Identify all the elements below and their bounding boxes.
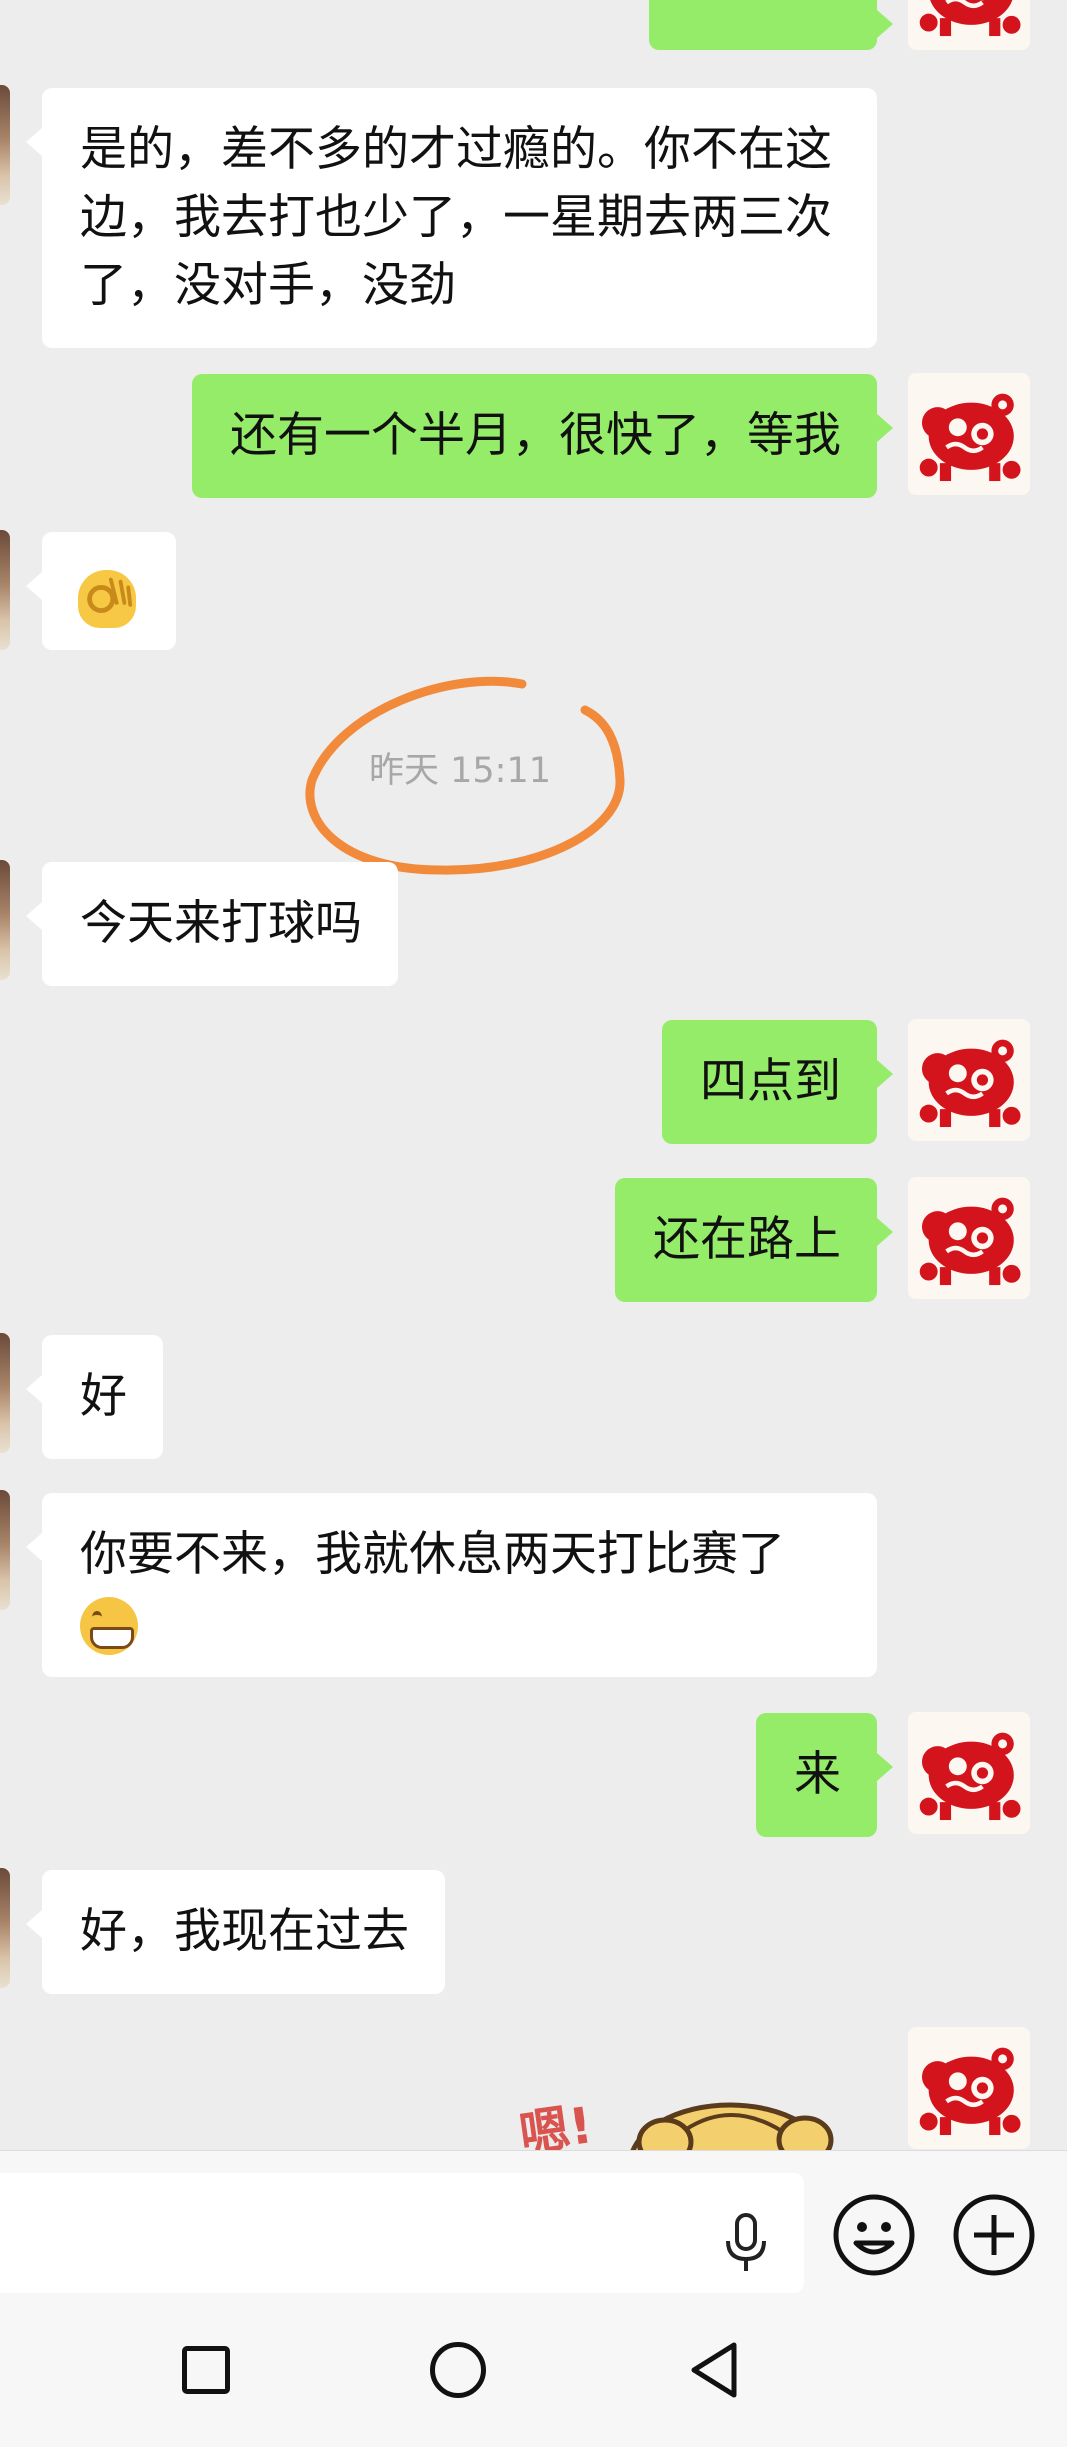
my-avatar[interactable] <box>908 373 1030 495</box>
cartoon-sticker[interactable]: 嗯! <box>515 2070 845 2150</box>
contact-avatar[interactable] <box>0 860 10 980</box>
triangle-back-icon[interactable] <box>686 2340 742 2400</box>
my-avatar[interactable] <box>908 1712 1030 1834</box>
message-bubble-in[interactable]: 今天来打球吗 <box>26 862 398 986</box>
plus-icon[interactable] <box>952 2193 1036 2277</box>
system-nav-bar <box>0 2298 1067 2447</box>
circle-icon[interactable] <box>430 2342 486 2398</box>
papercut-pig-icon <box>913 1024 1025 1136</box>
papercut-pig-icon <box>913 0 1025 45</box>
my-avatar[interactable] <box>908 1177 1030 1299</box>
message-text: 你要不来，我就休息两天打比赛了 <box>80 1527 785 1582</box>
microphone-icon[interactable] <box>722 2213 770 2273</box>
message-bubble-out[interactable]: 还在路上 <box>615 1178 893 1302</box>
chat-area[interactable]: 是的，差不多的才过瘾的。你不在这边，我去打也少了，一星期去两三次了，没对手，没劲… <box>0 0 1067 2150</box>
sticker-text: 嗯! <box>515 2096 597 2150</box>
papercut-pig-icon <box>913 2032 1025 2144</box>
my-avatar[interactable] <box>908 0 1030 50</box>
contact-avatar[interactable] <box>0 530 10 650</box>
message-bubble-out[interactable] <box>649 0 893 50</box>
contact-avatar[interactable] <box>0 85 10 205</box>
message-input[interactable] <box>0 2173 804 2293</box>
contact-avatar[interactable] <box>0 1868 10 1988</box>
message-bubble-in[interactable]: 是的，差不多的才过瘾的。你不在这边，我去打也少了，一星期去两三次了，没对手，没劲 <box>26 88 877 348</box>
papercut-pig-icon <box>913 1182 1025 1294</box>
contact-avatar[interactable] <box>0 1333 10 1453</box>
message-bubble-in[interactable]: 好 <box>26 1335 163 1459</box>
smiley-icon[interactable] <box>832 2193 916 2277</box>
message-bubble-out[interactable]: 四点到 <box>662 1020 893 1144</box>
message-bubble-in[interactable]: 好，我现在过去 <box>26 1870 445 1994</box>
papercut-pig-icon <box>913 1717 1025 1829</box>
papercut-pig-icon <box>913 378 1025 490</box>
message-bubble-in[interactable] <box>26 532 176 650</box>
message-bubble-out[interactable]: 来 <box>756 1713 893 1837</box>
annotation-circle <box>305 676 625 875</box>
grin-emoji <box>80 1596 138 1655</box>
message-bubble-in[interactable]: 你要不来，我就休息两天打比赛了 <box>26 1493 877 1677</box>
contact-avatar[interactable] <box>0 1490 10 1610</box>
ok-hand-emoji <box>78 569 136 628</box>
my-avatar[interactable] <box>908 1019 1030 1141</box>
my-avatar[interactable] <box>908 2027 1030 2149</box>
message-input-bar <box>0 2150 1067 2299</box>
message-bubble-out[interactable]: 还有一个半月，很快了，等我 <box>192 374 893 498</box>
square-icon[interactable] <box>182 2346 230 2394</box>
